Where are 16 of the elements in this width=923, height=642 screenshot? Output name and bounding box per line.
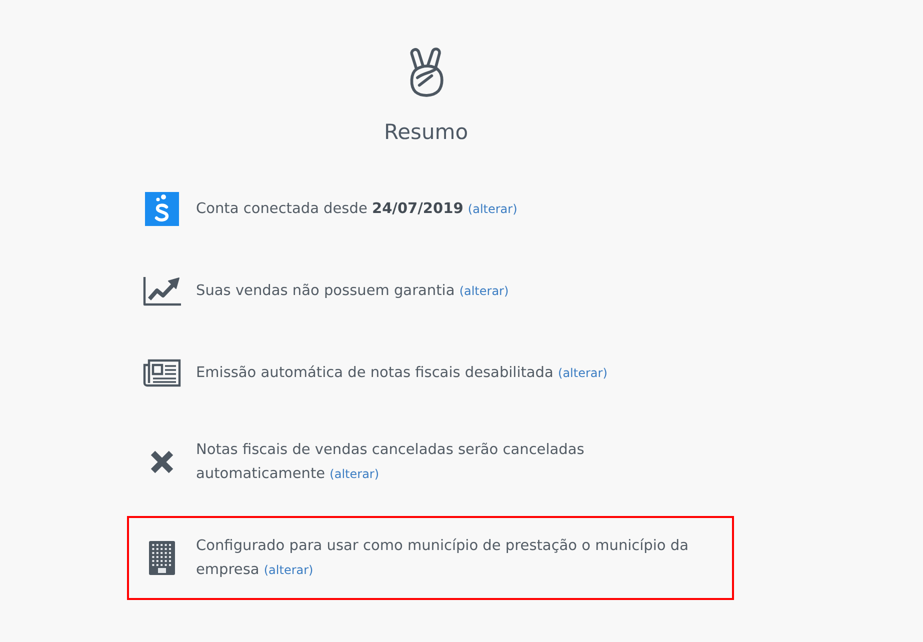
change-link[interactable]: (alterar): [459, 284, 509, 298]
summary-text: Emissão automática de notas fiscais desabilitada (alterar): [196, 364, 608, 383]
change-link[interactable]: (alterar): [330, 467, 380, 481]
building-icon: [149, 541, 175, 575]
summary-text: Conta conectada desde 24/07/2019 (alterar): [196, 200, 518, 219]
summary-text: Configurado para usar como município de prestação o município da empresa (alterar): [196, 537, 690, 580]
newspaper-icon: [143, 359, 181, 387]
summary-title: Resumo: [384, 119, 468, 146]
trend-chart-icon: [143, 276, 181, 306]
change-link[interactable]: (alterar): [468, 202, 518, 216]
s-logo-icon: [145, 192, 179, 226]
change-link[interactable]: (alterar): [264, 563, 314, 577]
summary-text: Notas fiscais de vendas canceladas serão canceladas automaticamente (alterar): [196, 441, 586, 484]
cross-icon: [150, 450, 174, 474]
summary-text: Suas vendas não possuem garantia (alterar): [196, 282, 509, 301]
change-link[interactable]: (alterar): [558, 366, 608, 380]
